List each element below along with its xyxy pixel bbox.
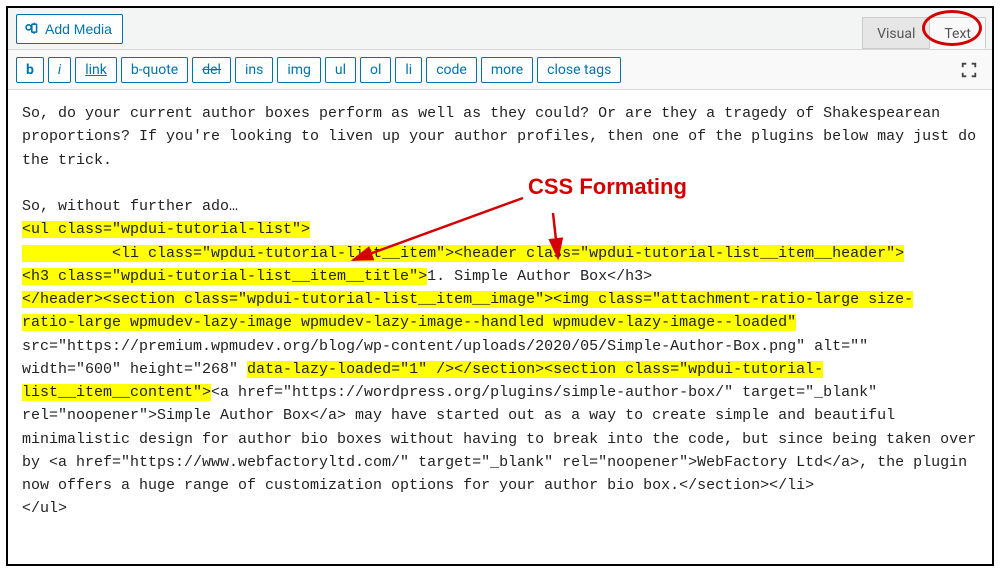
qt-del[interactable]: del [192, 57, 231, 83]
tab-text[interactable]: Text [929, 17, 986, 49]
code-line: list__item__content"> [22, 384, 211, 401]
code-line: 1. Simple Author Box</h3> [427, 268, 652, 285]
qt-img[interactable]: img [277, 57, 321, 83]
code-line: </header><section class="wpdui-tutorial-… [22, 291, 913, 308]
fullscreen-icon[interactable] [960, 61, 978, 79]
qt-li[interactable]: li [395, 57, 422, 83]
code-line: <li class="wpdui-tutorial-list__item"><h… [112, 245, 904, 262]
qt-link[interactable]: link [75, 57, 117, 83]
code-line: </ul> [22, 500, 67, 517]
qt-bquote[interactable]: b-quote [121, 57, 188, 83]
qt-italic[interactable]: i [48, 57, 71, 83]
qt-ol[interactable]: ol [360, 57, 391, 83]
qt-ul[interactable]: ul [325, 57, 356, 83]
editor-tabs: Visual Text [862, 17, 986, 49]
tab-visual[interactable]: Visual [862, 17, 929, 49]
code-line: <h3 class="wpdui-tutorial-list__item__ti… [22, 268, 427, 285]
add-media-button[interactable]: Add Media [16, 14, 123, 44]
media-icon [23, 21, 39, 37]
paragraph: So, do your current author boxes perform… [22, 102, 978, 172]
qt-ins[interactable]: ins [235, 57, 273, 83]
editor-top-row: Add Media Visual Text [8, 8, 992, 50]
qt-more[interactable]: more [481, 57, 533, 83]
code-line: src="https://premium.wpmudev.org/blog/wp… [22, 338, 868, 355]
quicktags-toolbar: b i link b-quote del ins img ul ol li co… [8, 50, 992, 90]
code-line: rel="noopener">Simple Author Box</a> may… [22, 407, 976, 494]
add-media-label: Add Media [45, 21, 112, 37]
wp-classic-editor: Add Media Visual Text b i link b-quote d… [6, 6, 994, 566]
qt-code[interactable]: code [426, 57, 477, 83]
qt-bold[interactable]: b [16, 57, 44, 83]
code-line: <a href="https://wordpress.org/plugins/s… [211, 384, 877, 401]
code-line: width="600" height="268" [22, 361, 247, 378]
code-indent [22, 245, 112, 262]
paragraph: So, without further ado… [22, 195, 978, 218]
editor-text-content[interactable]: So, do your current author boxes perform… [8, 90, 992, 533]
qt-close-tags[interactable]: close tags [537, 57, 621, 83]
code-line: ratio-large wpmudev-lazy-image wpmudev-l… [22, 314, 796, 331]
code-line: data-lazy-loaded="1" /></section><sectio… [247, 361, 823, 378]
code-line: <ul class="wpdui-tutorial-list"> [22, 221, 310, 238]
